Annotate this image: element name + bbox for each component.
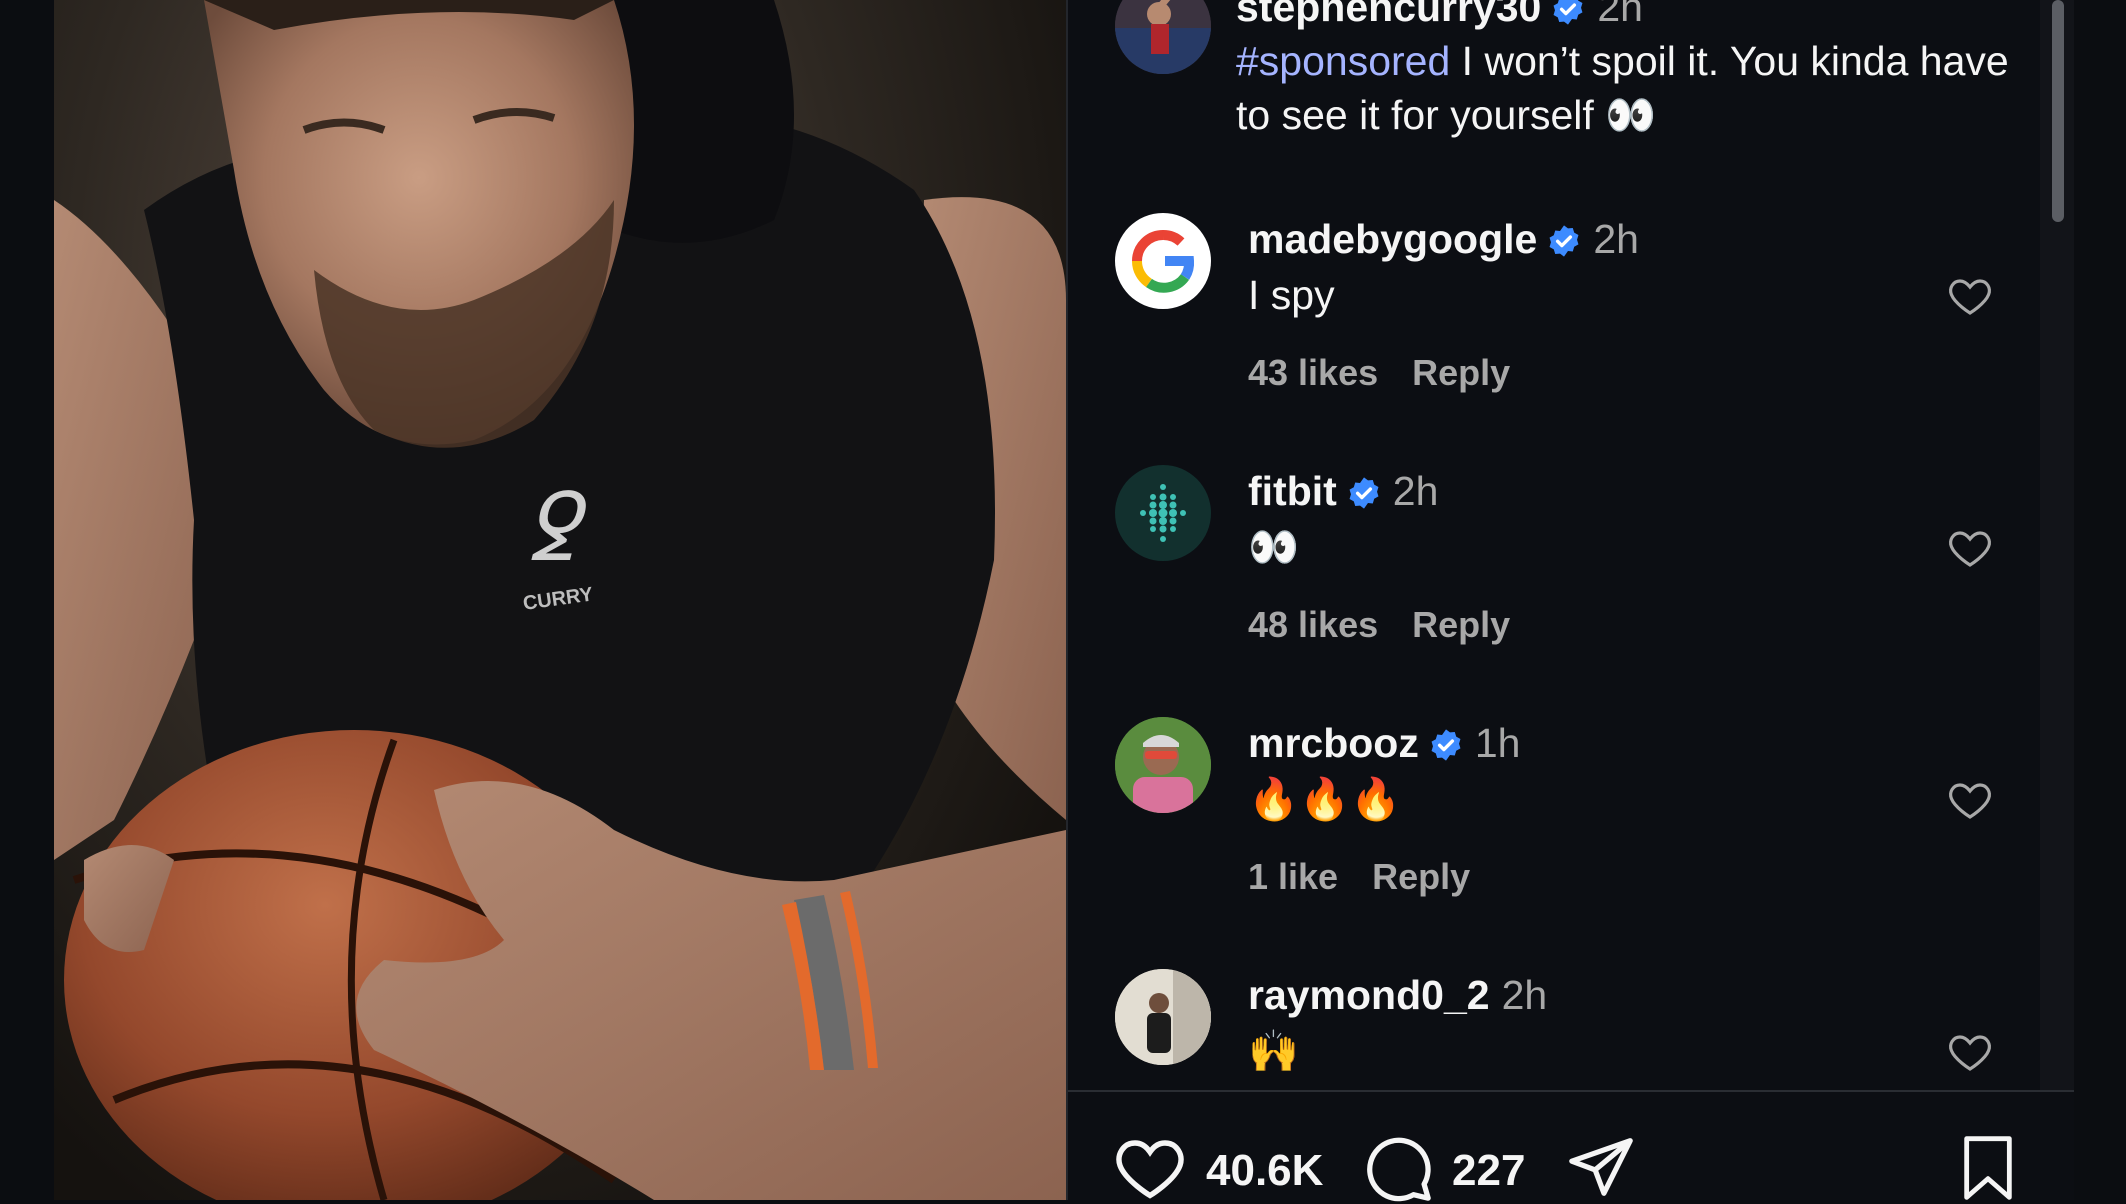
verified-badge-icon xyxy=(1549,225,1579,257)
reply-button[interactable]: Reply xyxy=(1412,352,1510,393)
comment-likes-count[interactable]: 48 likes xyxy=(1248,604,1378,645)
comment-username[interactable]: raymond0_2 xyxy=(1248,972,1490,1018)
comment-avatar-fitbit[interactable] xyxy=(1115,465,1211,561)
like-heart-icon[interactable] xyxy=(1114,1134,1186,1200)
comment-likes-count[interactable]: 1 like xyxy=(1248,856,1338,897)
comment-text: 👀 xyxy=(1248,524,1300,570)
verified-badge-icon xyxy=(1553,0,1583,25)
verified-badge-icon xyxy=(1349,477,1379,509)
mrcbooz-avatar-image xyxy=(1115,717,1211,813)
comment-meta: 43 likes Reply xyxy=(1248,352,1510,394)
comment-avatar-mrcbooz[interactable] xyxy=(1115,717,1211,813)
actions-divider xyxy=(1068,1090,2074,1092)
author-header: stephencurry30 2h xyxy=(1236,0,1643,31)
comment-meta: 48 likes Reply xyxy=(1248,604,1510,646)
comment-text: 🙌 xyxy=(1248,1028,1300,1074)
comment-likes-count[interactable]: 43 likes xyxy=(1248,352,1378,393)
caption-hashtag-link[interactable]: #sponsored xyxy=(1236,38,1450,84)
comment-username[interactable]: madebygoogle xyxy=(1248,216,1537,262)
post-media-image[interactable]: ꝿ CURRY xyxy=(54,0,1066,1200)
heart-icon[interactable] xyxy=(1946,1028,1994,1076)
reply-button[interactable]: Reply xyxy=(1372,856,1470,897)
fitbit-logo-icon xyxy=(1140,484,1186,542)
bookmark-icon[interactable] xyxy=(1960,1136,2016,1200)
comment-time: 2h xyxy=(1392,468,1439,514)
heart-icon[interactable] xyxy=(1946,776,1994,824)
comment-header: fitbit 2h xyxy=(1248,468,1438,515)
comments-scrollbar-thumb[interactable] xyxy=(2052,0,2064,222)
author-post-time: 2h xyxy=(1597,0,1643,30)
page-margin-right xyxy=(2074,0,2126,1200)
raymond-avatar-image xyxy=(1115,969,1211,1065)
comment-time: 1h xyxy=(1474,720,1521,766)
comment-avatar-raymond0_2[interactable] xyxy=(1115,969,1211,1065)
comment-header: mrcbooz 1h xyxy=(1248,720,1520,767)
comment-header: raymond0_2 2h xyxy=(1248,972,1547,1019)
verified-badge-icon xyxy=(1431,729,1461,761)
heart-icon[interactable] xyxy=(1946,272,1994,320)
comment-username[interactable]: mrcbooz xyxy=(1248,720,1419,766)
heart-icon[interactable] xyxy=(1946,524,1994,572)
google-logo-icon xyxy=(1131,230,1195,293)
post-photo-illustration: ꝿ CURRY xyxy=(54,0,1066,1200)
comment-text: 🔥🔥🔥 xyxy=(1248,776,1402,822)
comment-time: 2h xyxy=(1593,216,1639,262)
page-margin-left xyxy=(0,0,54,1200)
comment-time: 2h xyxy=(1501,972,1548,1018)
comment-text: I spy xyxy=(1248,272,1335,318)
share-icon[interactable] xyxy=(1566,1134,1636,1200)
comments-count[interactable]: 227 xyxy=(1452,1146,1525,1196)
author-username[interactable]: stephencurry30 xyxy=(1236,0,1541,30)
instagram-post-view: ꝿ CURRY stephencurry30 2h #sponsored I w… xyxy=(0,0,2126,1202)
likes-count[interactable]: 40.6K xyxy=(1206,1146,1323,1196)
comment-icon[interactable] xyxy=(1364,1134,1434,1204)
post-caption: #sponsored I won’t spoil it. You kinda h… xyxy=(1236,34,2016,142)
comments-panel xyxy=(1068,0,2074,1200)
comment-meta: 1 like Reply xyxy=(1248,856,1470,898)
comment-header: madebygoogle 2h xyxy=(1248,216,1639,263)
comment-avatar-madebygoogle[interactable] xyxy=(1115,213,1211,309)
comment-username[interactable]: fitbit xyxy=(1248,468,1337,514)
reply-button[interactable]: Reply xyxy=(1412,604,1510,645)
